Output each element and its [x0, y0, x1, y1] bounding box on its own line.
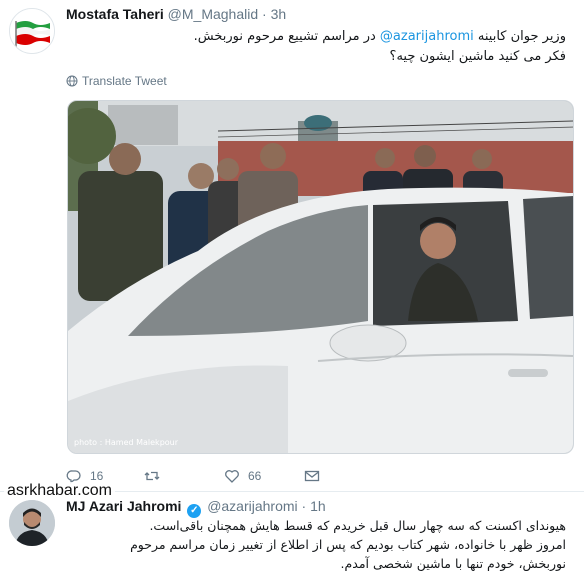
author-handle[interactable]: @M_Maghalid — [168, 6, 258, 22]
author-name[interactable]: MJ Azari Jahromi — [66, 498, 181, 514]
profile-photo-icon — [9, 500, 55, 546]
retweet-icon — [144, 471, 160, 481]
translate-label[interactable]: Translate Tweet — [82, 74, 167, 88]
heart-icon — [225, 470, 239, 483]
author-handle[interactable]: @azarijahromi — [207, 498, 297, 514]
tweet-header: Mostafa Taheri @M_Maghalid · 3h — [66, 6, 286, 22]
avatar[interactable] — [9, 8, 55, 54]
tweet-text-line2: فکر می کنید ماشین ایشون چیه؟ — [389, 49, 566, 64]
tweet-text: وزیر جوان کابینه @azarijahromi در مراسم … — [66, 27, 566, 67]
tweet-text-line1: وزیر جوان کابینه @azarijahromi در مراسم … — [66, 27, 566, 47]
author-name[interactable]: Mostafa Taheri — [66, 6, 164, 22]
car-photo-image — [68, 101, 573, 453]
mention-link[interactable]: @azarijahromi — [380, 29, 474, 44]
text-segment: وزیر جوان کابینه — [473, 29, 566, 44]
tweet-mj-azari-jahromi[interactable]: MJ Azari Jahromi ✓ @azarijahromi · 1h هی… — [0, 492, 584, 586]
like-count: 66 — [248, 469, 262, 483]
reply-count: 16 — [90, 469, 104, 483]
tweet-text-line3: نوربخش، خودم تنها با ماشین شخصی آمدم. — [340, 556, 566, 571]
text-segment: در مراسم تشییع مرحوم نوربخش. — [193, 29, 380, 44]
tweet-photo[interactable]: photo : Hamed Malekpour — [67, 100, 574, 454]
translate-tweet-link[interactable]: Translate Tweet — [66, 74, 167, 88]
tweet-time[interactable]: 3h — [271, 6, 287, 22]
tweet-text-line2: امروز ظهر با خانواده، شهر کتاب بودیم که … — [130, 537, 566, 552]
separator-dot: · — [262, 6, 267, 22]
retweet-button[interactable] — [144, 468, 168, 484]
like-button[interactable]: 66 — [224, 468, 261, 484]
tweet-mostafa-taheri[interactable]: Mostafa Taheri @M_Maghalid · 3h وزیر جوا… — [0, 0, 584, 492]
tweet-text-line1: هیوندای اکسنت که سه چهار سال قبل خریدم ک… — [149, 518, 566, 533]
globe-icon — [66, 75, 78, 87]
separator-dot: · — [301, 498, 307, 514]
tweet-header: MJ Azari Jahromi ✓ @azarijahromi · 1h — [66, 498, 326, 518]
iran-flag-icon — [10, 9, 54, 53]
tweet-text: هیوندای اکسنت که سه چهار سال قبل خریدم ک… — [51, 516, 566, 573]
photo-credit: photo : Hamed Malekpour — [74, 438, 179, 447]
avatar[interactable] — [9, 500, 55, 546]
tweet-time[interactable]: 1h — [310, 498, 326, 514]
direct-message-button[interactable] — [304, 468, 320, 484]
envelope-icon — [304, 470, 320, 482]
